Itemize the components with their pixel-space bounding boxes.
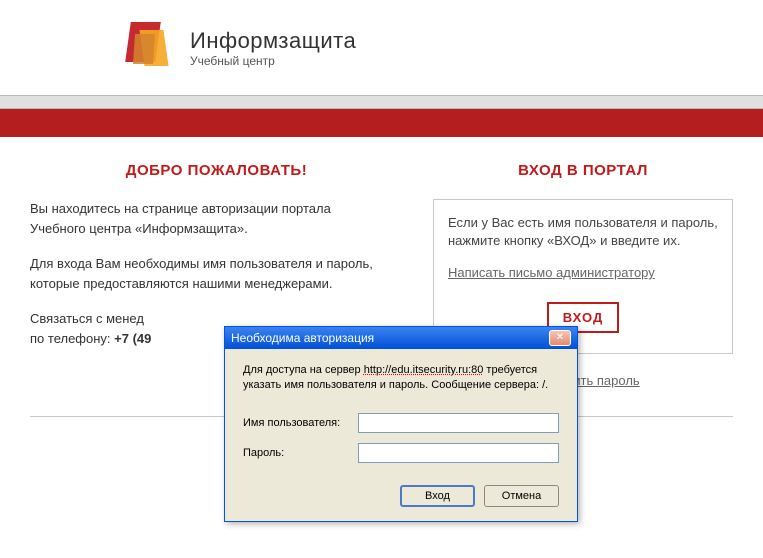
ok-button[interactable]: Вход [400, 485, 475, 507]
password-input[interactable] [358, 443, 559, 463]
welcome-text-1: Вы находитесь на странице авторизации по… [30, 199, 403, 238]
brand-subtitle: Учебный центр [190, 54, 356, 68]
username-label: Имя пользователя: [243, 417, 358, 429]
login-info: Если у Вас есть имя пользователя и парол… [448, 214, 718, 250]
dialog-message: Для доступа на сервер http://edu.itsecur… [243, 363, 559, 393]
auth-dialog: Необходима авторизация × Для доступа на … [224, 326, 578, 522]
brand-title: Информзащита [190, 28, 356, 54]
welcome-text-2: Для входа Вам необходимы имя пользовател… [30, 254, 403, 293]
logo-text: Информзащита Учебный центр [190, 28, 356, 68]
password-label: Пароль: [243, 447, 358, 459]
red-bar [0, 109, 763, 137]
phone-number: +7 (49 [114, 331, 151, 346]
welcome-heading: ДОБРО ПОЖАЛОВАТЬ! [30, 162, 403, 179]
cancel-button[interactable]: Отмена [484, 485, 559, 507]
top-divider [0, 95, 763, 109]
dialog-body: Для доступа на сервер http://edu.itsecur… [225, 349, 577, 521]
username-input[interactable] [358, 413, 559, 433]
dialog-url: http://edu.itsecurity.ru:80 [364, 364, 484, 376]
admin-email-link[interactable]: Написать письмо администратору [448, 265, 655, 280]
close-icon[interactable]: × [549, 330, 571, 346]
login-heading: ВХОД В ПОРТАЛ [433, 162, 733, 179]
header: Информзащита Учебный центр [0, 0, 763, 95]
dialog-titlebar[interactable]: Необходима авторизация × [225, 327, 577, 349]
logo-icon [120, 20, 175, 75]
dialog-title-text: Необходима авторизация [231, 331, 374, 345]
